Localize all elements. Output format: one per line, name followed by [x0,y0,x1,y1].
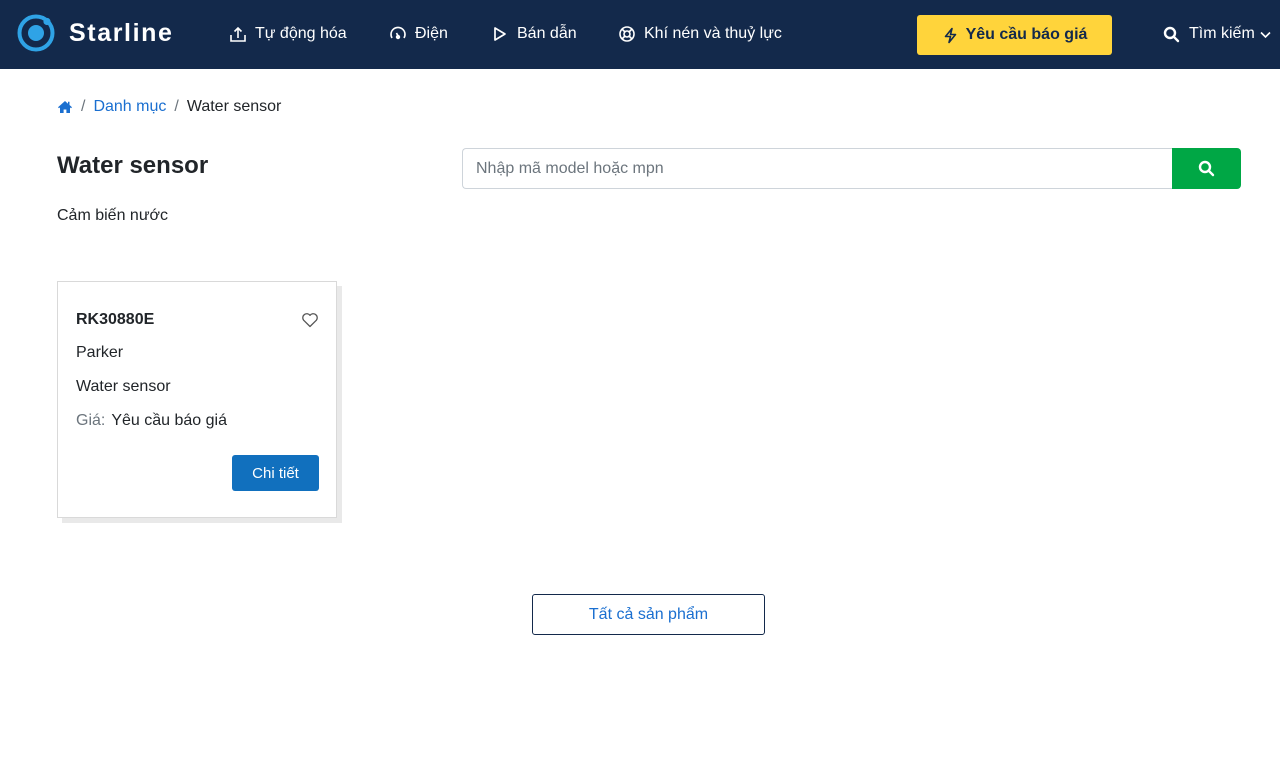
product-detail-button[interactable]: Chi tiết [232,455,319,491]
play-icon [494,27,506,41]
top-navbar: Starline Tự động hóa Điện Bán dẫn Khí né… [0,0,1280,69]
automation-icon [230,26,246,42]
breadcrumb-separator: / [174,98,179,115]
brand-link[interactable]: Starline [16,13,174,53]
brand-name: Starline [69,18,174,47]
nav-item-label: Bán dẫn [517,25,577,42]
page-title: Water sensor [57,152,209,179]
home-icon [58,101,72,113]
breadcrumb-separator: / [81,98,86,115]
model-search-button[interactable] [1172,148,1241,189]
request-quote-button[interactable]: Yêu cầu báo giá [917,15,1112,55]
product-card: RK30880E Parker Water sensor Giá: Yêu cầ… [57,281,337,518]
breadcrumb-home[interactable] [57,99,73,115]
search-menu-toggle[interactable]: Tìm kiếm [1163,22,1272,46]
nav-item-label: Khí nén và thuỷ lực [644,25,782,42]
nav-item-electric[interactable]: Điện [389,22,448,46]
product-model: RK30880E [76,311,155,328]
request-quote-label: Yêu cầu báo giá [965,26,1088,43]
electric-gauge-icon [390,26,406,40]
lightning-icon [944,27,956,43]
nav-item-label: Tự động hóa [255,25,347,42]
lifebuoy-icon [619,26,635,42]
search-menu-label: Tìm kiếm [1189,25,1255,42]
breadcrumb-item-category[interactable]: Danh mục [93,98,166,116]
nav-item-semiconductor[interactable]: Bán dẫn [491,22,577,46]
search-icon [1198,160,1215,177]
price-label: Giá: [76,412,106,429]
nav-item-pneumatic-hydraulic[interactable]: Khí nén và thuỷ lực [618,22,782,46]
starline-logo-icon [17,14,55,52]
model-search-form [462,148,1241,189]
breadcrumb-item-current: Water sensor [186,98,282,115]
search-icon [1163,26,1180,42]
product-description: Water sensor [76,378,171,395]
product-brand: Parker [76,344,124,361]
chevron-down-icon [1260,31,1271,38]
price-value: Yêu cầu báo giá [111,412,227,429]
all-products-button[interactable]: Tất cả sản phẩm [532,594,765,635]
page-subtitle: Cảm biến nước [57,207,169,224]
model-search-input[interactable] [462,148,1172,189]
product-price: Giá: Yêu cầu báo giá [76,412,227,430]
nav-item-automation[interactable]: Tự động hóa [229,22,347,46]
heart-icon[interactable] [301,311,319,329]
breadcrumb: / Danh mục / Water sensor [57,97,281,117]
nav-item-label: Điện [415,25,448,42]
